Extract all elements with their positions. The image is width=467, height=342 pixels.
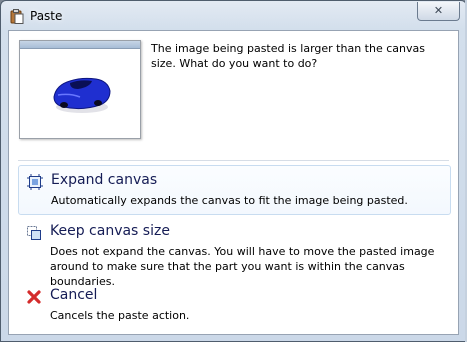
- option-description: Automatically expands the canvas to fit …: [51, 194, 408, 207]
- option-description: Cancels the paste action.: [50, 309, 190, 322]
- dialog-message: The image being pasted is larger than th…: [151, 42, 425, 70]
- option-keep-canvas-size[interactable]: Keep canvas size Does not expand the can…: [18, 217, 449, 288]
- cancel-icon: [27, 290, 41, 304]
- option-title: Cancel: [50, 287, 98, 303]
- car-image: [53, 77, 111, 113]
- dialog-content: The image being pasted is larger than th…: [8, 30, 459, 335]
- window-title: Paste: [30, 9, 63, 23]
- paste-icon: [10, 9, 24, 24]
- expand-canvas-icon: [27, 174, 43, 190]
- option-cancel[interactable]: Cancel Cancels the paste action.: [18, 281, 449, 325]
- image-preview: [19, 40, 141, 139]
- option-title: Keep canvas size: [50, 223, 170, 239]
- paste-dialog: Paste ✕ The image being pasted is larger…: [0, 0, 467, 342]
- option-title: Expand canvas: [51, 172, 158, 188]
- close-button[interactable]: ✕: [417, 2, 460, 21]
- title-bar[interactable]: Paste ✕: [1, 1, 466, 31]
- separator: [18, 160, 449, 161]
- option-expand-canvas[interactable]: Expand canvas Automatically expands the …: [18, 165, 451, 215]
- keep-canvas-icon: [27, 226, 41, 240]
